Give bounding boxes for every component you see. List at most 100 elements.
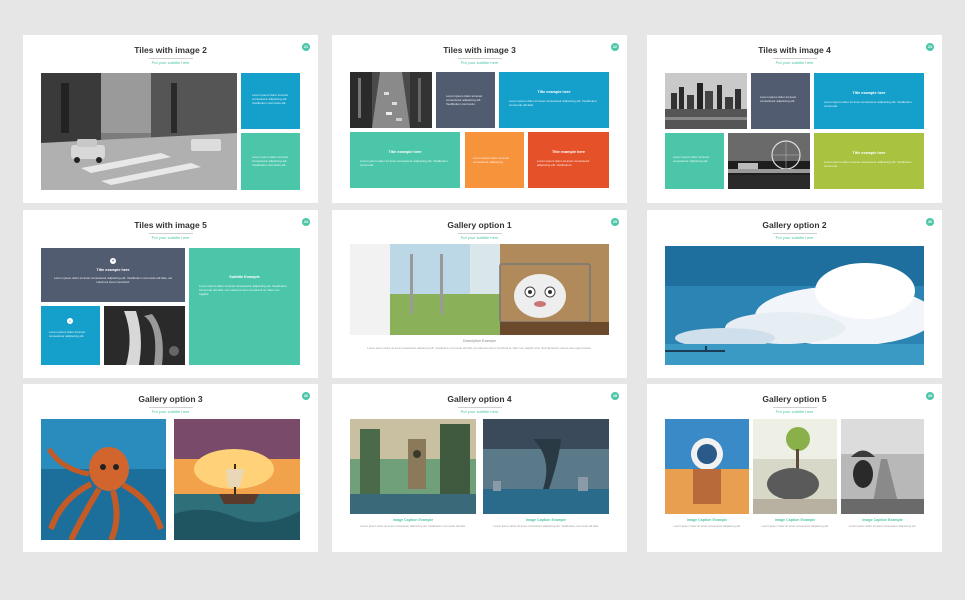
tile-title: Title example here <box>852 91 886 95</box>
image-caption-text: Lorem ipsum dolor sit amet consectetur a… <box>761 524 829 528</box>
tile-text: Lorem ipsum dolor sit amet consectetur a… <box>446 94 483 107</box>
tile-text: Lorem ipsum dolor sit amet consectetur a… <box>509 99 597 108</box>
slide-number-badge: 24 <box>302 218 310 226</box>
tile-text: Lorem ipsum dolor sit amet consectetur a… <box>537 159 590 168</box>
slide-tiles-with-image-3[interactable]: Tiles with image 3 Put your subtitle her… <box>332 35 627 203</box>
tile-text: Lorem ipsum dolor sit amet consectetur a… <box>49 330 86 339</box>
slide-tiles-with-image-5[interactable]: Tiles with image 5 Put your subtitle her… <box>23 210 318 378</box>
title-divider <box>772 58 817 59</box>
tile-blue: • Lorem ipsum dolor sit amet consectetur… <box>41 306 100 365</box>
title-divider <box>148 233 193 234</box>
description-text: Lorem ipsum dolor sit amet consectetur a… <box>367 346 592 350</box>
tornado-storm-painting <box>483 419 609 514</box>
tile-text: Lorem ipsum dolor sit amet consectetur a… <box>824 100 912 109</box>
plus-icon: + <box>110 258 116 264</box>
image-caption-text: Lorem ipsum dolor sit amet consectetur a… <box>493 524 599 528</box>
slide-number-badge: 28 <box>611 392 619 400</box>
octopus-painting <box>41 419 166 540</box>
slide-title: Tiles with image 4 <box>758 45 831 55</box>
tile-title: Title example here <box>537 90 571 94</box>
slide-title: Gallery option 5 <box>762 394 827 404</box>
tile-text: Lorem ipsum dolor sit amet consectetur a… <box>473 156 510 165</box>
tile-text: Lorem ipsum dolor sit amet consectetur a… <box>824 160 912 169</box>
tile-title: Title example here <box>852 151 886 155</box>
slide-title: Gallery option 1 <box>447 220 512 230</box>
image-caption: Image Caption Example <box>525 518 567 522</box>
slide-number-badge: 23 <box>926 43 934 51</box>
tile-slate: + Title example here Lorem ipsum dolor s… <box>41 248 185 302</box>
slide-tiles-with-image-4[interactable]: Tiles with image 4 Put your subtitle her… <box>647 35 942 203</box>
slide-title: Tiles with image 5 <box>134 220 207 230</box>
title-divider <box>772 233 817 234</box>
slide-subtitle: Put your subtitle here <box>775 60 814 65</box>
slide-subtitle: Put your subtitle here <box>775 235 814 240</box>
tile-blue: Lorem ipsum dolor sit amet consectetur a… <box>241 73 300 129</box>
slide-subtitle: Put your subtitle here <box>151 235 190 240</box>
slide-title: Gallery option 4 <box>447 394 512 404</box>
slide-gallery-option-4[interactable]: Gallery option 4 Put your subtitle here … <box>332 384 627 552</box>
title-divider <box>148 407 193 408</box>
tile-green: Title example here Lorem ipsum dolor sit… <box>814 133 924 189</box>
tile-text: Lorem ipsum dolor sit amet consectetur a… <box>53 276 173 285</box>
slide-gallery-option-1[interactable]: Gallery option 1 Put your subtitle here … <box>332 210 627 378</box>
slide-number-badge: 25 <box>611 218 619 226</box>
title-divider <box>457 58 502 59</box>
slide-subtitle: Put your subtitle here <box>151 409 190 414</box>
image-caption: Image Caption Example <box>686 518 728 522</box>
slide-subtitle: Put your subtitle here <box>151 60 190 65</box>
slide-title: Gallery option 2 <box>762 220 827 230</box>
description-caption: Description Example <box>463 339 496 343</box>
tile-text: Lorem ipsum dolor sit amet consectetur a… <box>360 159 448 168</box>
slide-number-badge: 29 <box>926 392 934 400</box>
image-caption: Image Caption Example <box>392 518 434 522</box>
rhino-tree-painting <box>753 419 837 514</box>
slide-number-badge: 22 <box>611 43 619 51</box>
tile-text: Lorem ipsum dolor sit amet consectetur a… <box>760 95 797 104</box>
slide-number-badge: 21 <box>302 43 310 51</box>
tile-teal: Lorem ipsum dolor sit amet consectetur a… <box>241 133 300 190</box>
tile-slate: Lorem ipsum dolor sit amet consectetur a… <box>751 73 810 129</box>
tile-red: Title example here Lorem ipsum dolor sit… <box>528 132 609 188</box>
pirate-ship-painting <box>174 419 300 540</box>
tile-slate: Lorem ipsum dolor sit amet consectetur a… <box>436 72 495 128</box>
slide-gallery-option-3[interactable]: Gallery option 3 Put your subtitle here … <box>23 384 318 552</box>
image-caption-text: Lorem ipsum dolor sit amet consectetur a… <box>848 524 917 528</box>
title-divider <box>772 407 817 408</box>
cartoon-creature-cage-photo <box>350 244 609 335</box>
slide-subtitle: Put your subtitle here <box>775 409 814 414</box>
tile-text: Lorem ipsum dolor sit amet consectetur a… <box>673 155 710 164</box>
tile-teal: Subtitle Example Lorem ipsum dolor sit a… <box>189 248 300 365</box>
tile-text: Lorem ipsum dolor sit amet consectetur a… <box>252 93 289 106</box>
tile-teal: Title example here Lorem ipsum dolor sit… <box>350 132 460 188</box>
slide-gallery-option-2[interactable]: Gallery option 2 Put your subtitle here … <box>647 210 942 378</box>
slide-number-badge: 26 <box>926 218 934 226</box>
image-caption: Image Caption Example <box>774 518 816 522</box>
title-divider <box>457 407 502 408</box>
slide-subtitle: Put your subtitle here <box>460 60 499 65</box>
tile-text: Lorem ipsum dolor sit amet consectetur a… <box>199 284 287 297</box>
image-caption: Image Caption Example <box>862 518 903 522</box>
tile-title: Subtitle Example <box>229 275 260 279</box>
astronaut-painting <box>665 419 749 514</box>
slide-gallery-option-5[interactable]: Gallery option 5 Put your subtitle here … <box>647 384 942 552</box>
tile-title: Title example here <box>96 268 130 272</box>
bell-icon: • <box>67 318 73 324</box>
cloud-sky-photo <box>665 246 924 365</box>
tile-blue: Title example here Lorem ipsum dolor sit… <box>499 72 609 128</box>
skyline-photo <box>665 73 747 129</box>
slide-tiles-with-image-2[interactable]: Tiles with image 2 Put your subtitle her… <box>23 35 318 203</box>
tile-blue: Title example here Lorem ipsum dolor sit… <box>814 73 924 129</box>
city-street-photo <box>41 73 237 190</box>
tile-title: Title example here <box>551 150 586 154</box>
slide-subtitle: Put your subtitle here <box>460 409 499 414</box>
image-caption-text: Lorem ipsum dolor sit amet consectetur a… <box>673 524 741 528</box>
title-divider <box>148 58 193 59</box>
slide-number-badge: 26 <box>302 392 310 400</box>
title-divider <box>457 233 502 234</box>
slide-title: Tiles with image 3 <box>443 45 516 55</box>
ferris-wheel-photo <box>728 133 810 189</box>
image-caption-text: Lorem ipsum dolor sit amet consectetur a… <box>360 524 466 528</box>
slide-title: Tiles with image 2 <box>134 45 207 55</box>
slide-subtitle: Put your subtitle here <box>460 235 499 240</box>
city-aerial-photo <box>350 72 432 128</box>
